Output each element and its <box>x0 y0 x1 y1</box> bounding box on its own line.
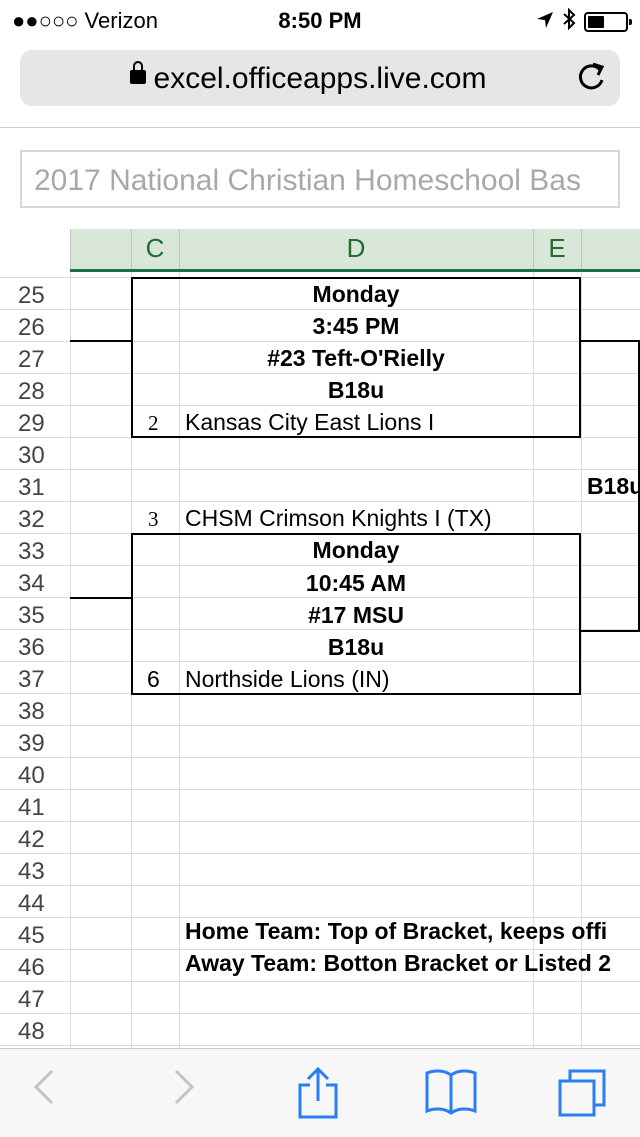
game2-team: Northside Lions (IN) <box>185 666 390 692</box>
row-number[interactable]: 33 <box>0 538 70 566</box>
column-header-row: C D E <box>0 229 640 269</box>
game1-court: #23 Teft-O'Rielly <box>267 345 445 371</box>
column-header-e[interactable]: E <box>533 233 581 264</box>
row-number[interactable]: 32 <box>0 506 70 534</box>
url-text: excel.officeapps.live.com <box>153 62 487 95</box>
workbook-title: 2017 National Christian Homeschool Bas <box>34 164 581 197</box>
game1-day: Monday <box>312 281 400 307</box>
chrome-divider <box>0 127 640 128</box>
browser-toolbar <box>0 1048 640 1137</box>
row-number[interactable]: 46 <box>0 954 70 982</box>
bracket-line <box>581 340 640 342</box>
row-number[interactable]: 43 <box>0 858 70 886</box>
row-number[interactable]: 41 <box>0 794 70 822</box>
bluetooth-icon <box>562 7 576 36</box>
game1-division: B18u <box>327 377 385 403</box>
row-number[interactable]: 36 <box>0 634 70 662</box>
spreadsheet-grid[interactable]: 25 26 27 28 29 30 31 32 33 34 35 36 37 3… <box>0 272 640 1048</box>
row-number[interactable]: 26 <box>0 314 70 342</box>
row-number[interactable]: 45 <box>0 922 70 950</box>
column-header-c[interactable]: C <box>131 233 179 264</box>
forward-icon[interactable] <box>172 1067 196 1117</box>
bracket-line <box>70 340 131 342</box>
row-number[interactable]: 47 <box>0 986 70 1014</box>
away-team-note: Away Team: Botton Bracket or Listed 2 <box>185 950 612 976</box>
back-icon[interactable] <box>32 1067 56 1117</box>
game2-division: B18u <box>327 634 385 660</box>
row-number[interactable]: 38 <box>0 698 70 726</box>
row-number[interactable]: 44 <box>0 890 70 918</box>
share-icon[interactable] <box>296 1066 340 1129</box>
game2-court: #17 MSU <box>308 602 404 628</box>
tabs-icon[interactable] <box>556 1067 608 1129</box>
row-number[interactable]: 34 <box>0 570 70 598</box>
row-number[interactable]: 42 <box>0 826 70 854</box>
row-number[interactable]: 25 <box>0 282 70 310</box>
bracket-line <box>70 597 131 599</box>
game1-team: Kansas City East Lions I <box>185 409 435 435</box>
status-icons <box>536 7 632 36</box>
row-number[interactable]: 27 <box>0 346 70 374</box>
address-bar[interactable]: excel.officeapps.live.com <box>20 50 620 106</box>
game2-top-seed: 3 <box>148 507 159 531</box>
game2-top-team: CHSM Crimson Knights I (TX) <box>185 505 492 531</box>
bracket-line <box>581 630 640 632</box>
location-arrow-icon <box>536 9 554 35</box>
row-number[interactable]: 39 <box>0 730 70 758</box>
reload-icon[interactable] <box>576 58 606 101</box>
row-number[interactable]: 28 <box>0 378 70 406</box>
row-number[interactable]: 30 <box>0 442 70 470</box>
row-number[interactable]: 29 <box>0 410 70 438</box>
game2-time: 10:45 AM <box>305 570 407 596</box>
side-division-label: B18u <box>587 473 640 499</box>
row-number[interactable]: 35 <box>0 602 70 630</box>
row-number[interactable]: 48 <box>0 1018 70 1046</box>
game2-seed: 6 <box>147 666 160 692</box>
game1-time: 3:45 PM <box>312 313 400 339</box>
row-number[interactable]: 40 <box>0 762 70 790</box>
workbook-title-field[interactable]: 2017 National Christian Homeschool Bas <box>20 150 620 208</box>
header-corner <box>0 229 70 269</box>
game1-seed: 2 <box>148 411 159 435</box>
row-number[interactable]: 37 <box>0 666 70 694</box>
column-header-d[interactable]: D <box>179 233 533 264</box>
game2-day: Monday <box>312 537 400 563</box>
status-bar: ●●○○○ Verizon 8:50 PM <box>0 0 640 40</box>
row-number[interactable]: 31 <box>0 474 70 502</box>
bookmarks-icon[interactable] <box>424 1067 478 1125</box>
home-team-note: Home Team: Top of Bracket, keeps offi <box>185 918 608 944</box>
battery-icon <box>584 12 632 32</box>
